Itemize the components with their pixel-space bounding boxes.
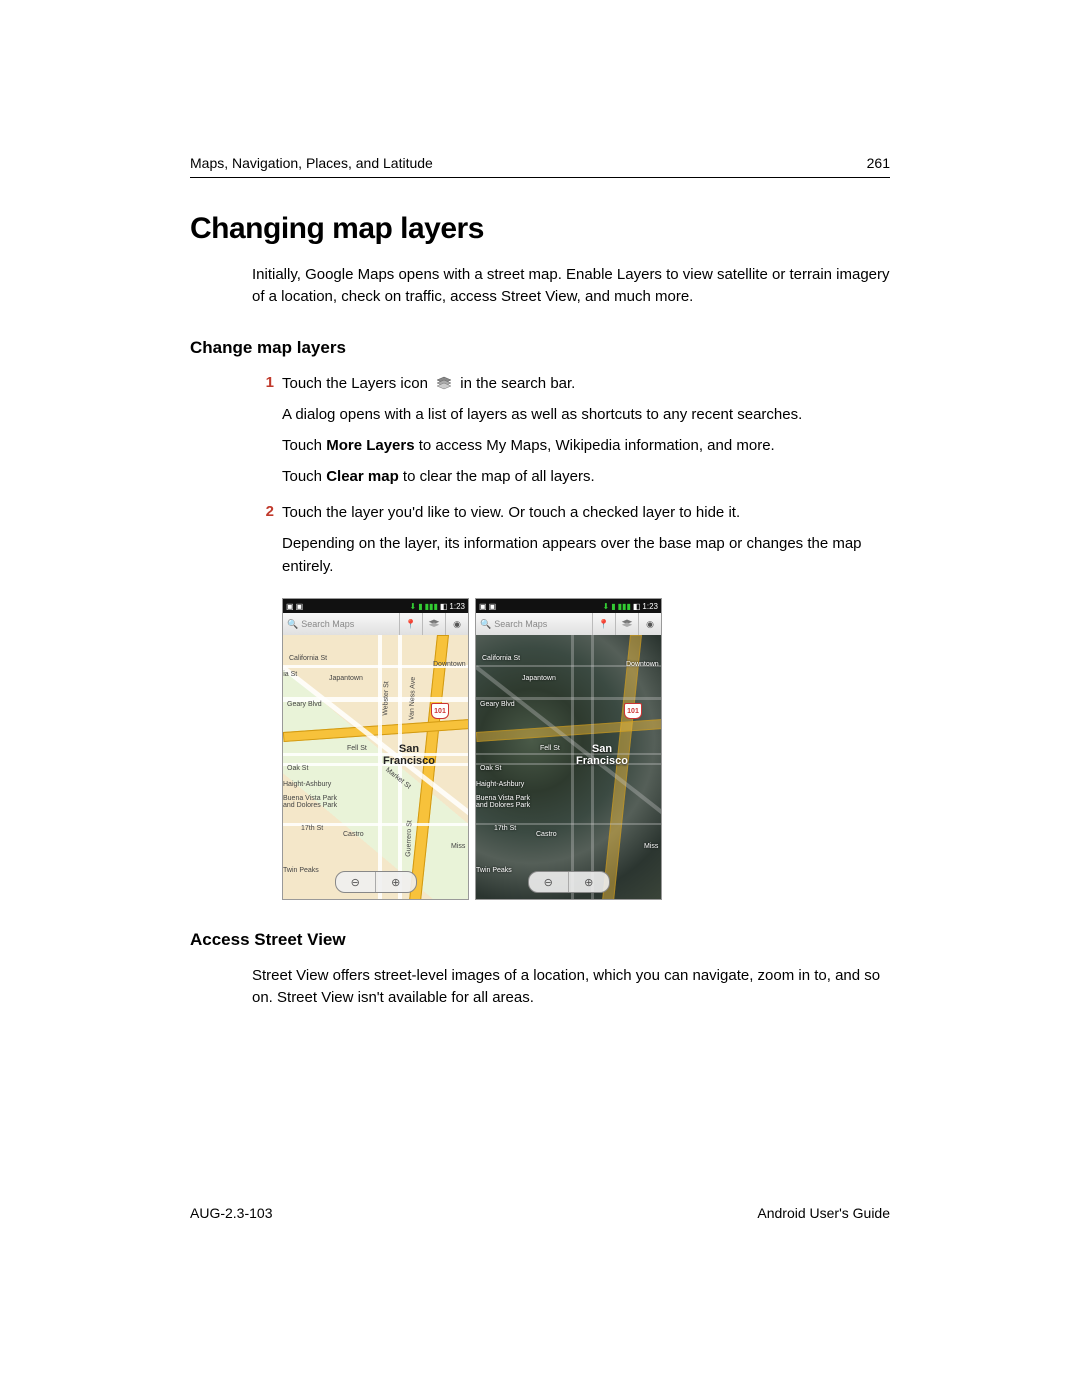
step-text: A dialog opens with a list of layers as … — [282, 403, 890, 426]
map-label: Castro — [343, 831, 364, 838]
map-label: Miss — [644, 843, 658, 850]
map-label: Downtown — [626, 661, 659, 668]
search-placeholder: Search Maps — [301, 619, 354, 629]
map-label: Oak St — [480, 765, 501, 772]
map-label: 17th St — [494, 825, 516, 832]
step-number: 1 — [252, 372, 274, 395]
map-label: Fell St — [540, 745, 560, 752]
step-2: 2 Touch the layer you'd like to view. Or… — [252, 501, 890, 587]
zoom-out-icon: ⊖ — [336, 872, 377, 892]
screenshot-row: ▣▣ ⬇▮▮▮▮◧1:23 🔍 Search Maps 📍 ◉ — [282, 598, 890, 900]
street-view-paragraph: Street View offers street-level images o… — [252, 965, 890, 1009]
page-footer: AUG-2.3-103 Android User's Guide — [190, 1205, 890, 1221]
status-time: 1:23 — [449, 602, 465, 611]
step-text: to access My Maps, Wikipedia information… — [415, 437, 775, 454]
zoom-in-icon: ⊕ — [376, 872, 416, 892]
step-text: Depending on the layer, its information … — [282, 532, 890, 579]
map-label: Japantown — [329, 675, 363, 682]
page-header: Maps, Navigation, Places, and Latitude 2… — [190, 155, 890, 178]
places-icon: 📍 — [593, 613, 616, 635]
step-text: in the search bar. — [460, 375, 575, 392]
map-label: Van Ness Ave — [408, 677, 417, 721]
search-icon: 🔍 — [287, 619, 298, 630]
search-placeholder: Search Maps — [494, 619, 547, 629]
search-box: 🔍 Search Maps — [476, 613, 593, 635]
map-view-satellite: California St Japantown Downtown Geary B… — [476, 635, 661, 899]
map-label: Miss — [451, 843, 465, 850]
map-label: Buena Vista Park and Dolores Park — [283, 795, 343, 809]
map-label: Oak St — [287, 765, 308, 772]
map-label: California St — [289, 655, 327, 662]
map-label: Castro — [536, 831, 557, 838]
step-text: Touch the Layers icon — [282, 375, 428, 392]
map-label: Guerrero St — [405, 820, 413, 857]
mylocation-icon: ◉ — [639, 613, 661, 635]
section-heading-change-layers: Change map layers — [190, 338, 890, 358]
doc-id: AUG-2.3-103 — [190, 1205, 272, 1221]
map-label: Buena Vista Park and Dolores Park — [476, 795, 536, 809]
phone-status-bar: ▣▣ ⬇▮▮▮▮◧1:23 — [283, 599, 468, 613]
section-heading-street-view: Access Street View — [190, 930, 890, 950]
zoom-out-icon: ⊖ — [529, 872, 570, 892]
breadcrumb: Maps, Navigation, Places, and Latitude — [190, 155, 433, 171]
step-1: 1 Touch the Layers icon in the search ba… — [252, 372, 890, 497]
intro-paragraph: Initially, Google Maps opens with a stre… — [252, 264, 890, 308]
step-text: Touch — [282, 437, 326, 454]
map-label: Downtown — [433, 661, 466, 668]
search-icon: 🔍 — [480, 619, 491, 630]
highway-shield: 101 — [431, 703, 449, 719]
guide-title: Android User's Guide — [757, 1205, 890, 1221]
map-label: Haight-Ashbury — [476, 781, 524, 788]
places-icon: 📍 — [400, 613, 423, 635]
map-label: Fell St — [347, 745, 367, 752]
map-label: Twin Peaks — [283, 867, 319, 874]
phone-status-bar: ▣▣ ⬇▮▮▮▮◧1:23 — [476, 599, 661, 613]
zoom-control: ⊖ ⊕ — [335, 871, 417, 893]
step-text-bold: Clear map — [326, 468, 399, 485]
step-text-bold: More Layers — [326, 437, 414, 454]
map-label: 17th St — [301, 825, 323, 832]
map-label: California St — [482, 655, 520, 662]
city-label: SanFrancisco — [369, 743, 449, 767]
zoom-control: ⊖ ⊕ — [528, 871, 610, 893]
map-label: Geary Blvd — [287, 701, 322, 708]
phone-screenshot-standard: ▣▣ ⬇▮▮▮▮◧1:23 🔍 Search Maps 📍 ◉ — [282, 598, 469, 900]
city-label: SanFrancisco — [562, 743, 642, 767]
page-title: Changing map layers — [190, 212, 890, 246]
highway-shield: 101 — [624, 703, 642, 719]
layers-icon — [616, 613, 639, 635]
step-text: Touch — [282, 468, 326, 485]
step-text: Touch the layer you'd like to view. Or t… — [282, 501, 890, 524]
map-label: rnia St — [282, 671, 297, 678]
mylocation-icon: ◉ — [446, 613, 468, 635]
status-time: 1:23 — [642, 602, 658, 611]
map-label: Webster St — [382, 681, 390, 716]
layers-icon — [423, 613, 446, 635]
map-label: Geary Blvd — [480, 701, 515, 708]
phone-toolbar: 🔍 Search Maps 📍 ◉ — [283, 613, 468, 636]
search-box: 🔍 Search Maps — [283, 613, 400, 635]
phone-screenshot-satellite: ▣▣ ⬇▮▮▮▮◧1:23 🔍 Search Maps 📍 ◉ — [475, 598, 662, 900]
zoom-in-icon: ⊕ — [569, 872, 609, 892]
phone-toolbar: 🔍 Search Maps 📍 ◉ — [476, 613, 661, 636]
layers-icon — [436, 374, 452, 388]
map-label: Haight-Ashbury — [283, 781, 331, 788]
step-number: 2 — [252, 501, 274, 524]
page-number: 261 — [867, 155, 890, 171]
step-text: to clear the map of all layers. — [399, 468, 595, 485]
map-label: Twin Peaks — [476, 867, 512, 874]
map-label: Japantown — [522, 675, 556, 682]
map-view-standard: California St rnia St Japantown Downtown… — [283, 635, 468, 899]
